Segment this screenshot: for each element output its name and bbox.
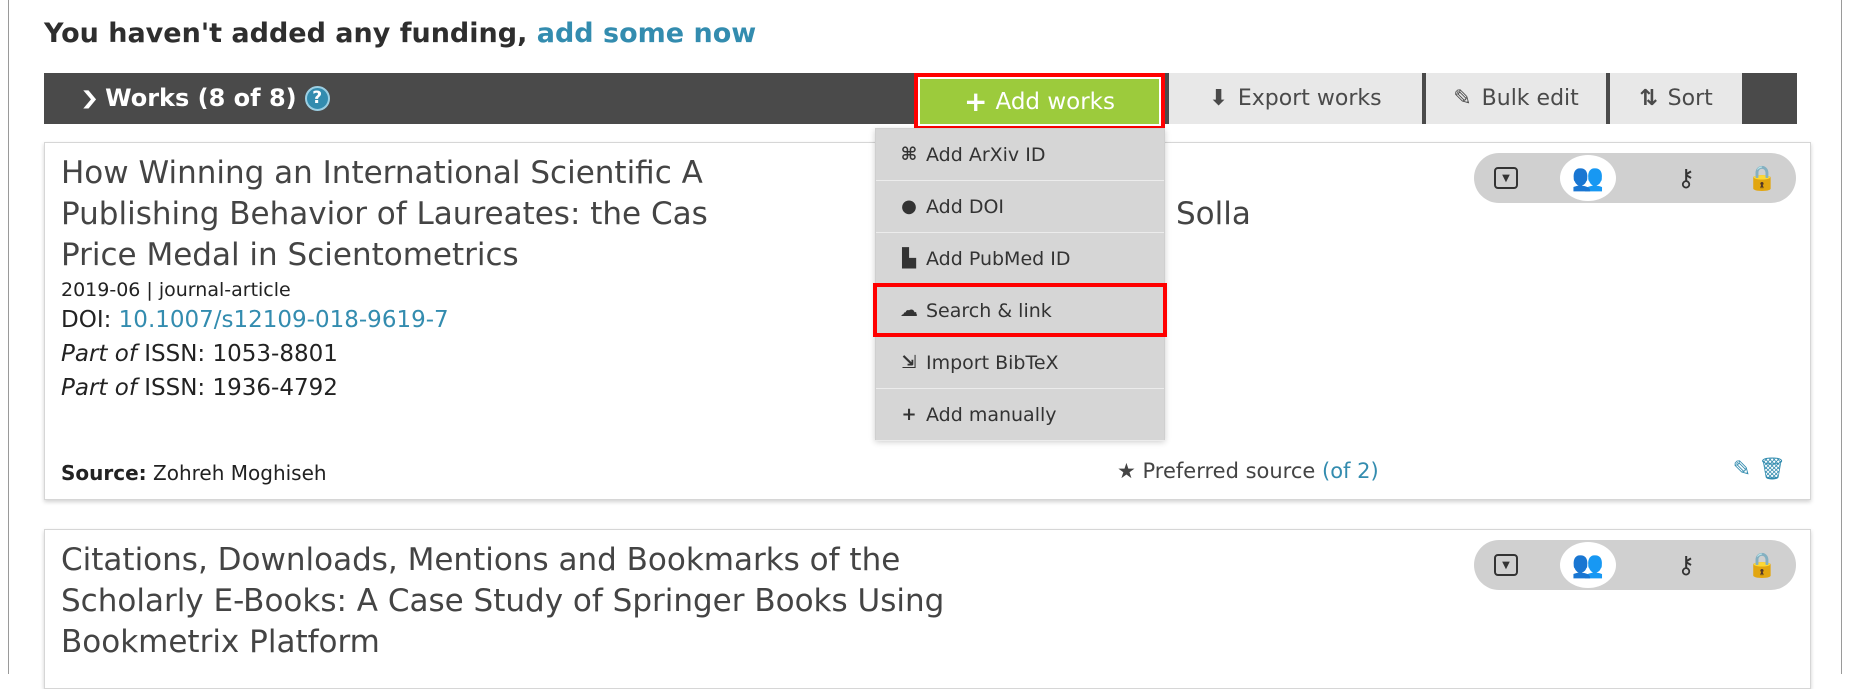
works-section-toggle[interactable]: ❯ Works (8 of 8) ? <box>79 73 330 124</box>
doi-link[interactable]: 10.1007/s12109-018-9619-7 <box>119 307 449 333</box>
menu-item-add-doi[interactable]: ● Add DOI <box>876 181 1164 233</box>
arxiv-icon: ⌘ <box>900 144 918 165</box>
bulk-edit-button[interactable]: ✎ Bulk edit <box>1426 73 1606 124</box>
work-title-line: Citations, Downloads, Mentions and Bookm… <box>61 542 901 578</box>
menu-item-label: Add ArXiv ID <box>926 143 1046 166</box>
lock-icon[interactable]: 🔒 <box>1742 545 1782 585</box>
work-card: Citations, Downloads, Mentions and Bookm… <box>44 529 1811 689</box>
dropdown-toggle-icon[interactable]: ▼ <box>1486 158 1526 198</box>
visibility-controls: ▼ 👥 ⚷ 🔒 <box>1474 153 1796 203</box>
export-works-button[interactable]: ⬇ Export works <box>1169 73 1422 124</box>
help-icon[interactable]: ? <box>304 86 330 111</box>
menu-item-label: Add PubMed ID <box>926 247 1071 270</box>
menu-item-add-pubmed[interactable]: ▙ Add PubMed ID <box>876 233 1164 285</box>
work-title-line: Scholarly E-Books: A Case Study of Sprin… <box>61 583 945 619</box>
menu-item-label: Import BibTeX <box>926 351 1059 374</box>
trash-icon[interactable]: 🗑 <box>1758 457 1786 482</box>
preferred-count-link[interactable]: (of 2) <box>1322 459 1379 483</box>
dropdown-toggle-icon[interactable]: ▼ <box>1486 545 1526 585</box>
works-title: Works (8 of 8) <box>105 84 297 112</box>
menu-item-label: Add manually <box>926 403 1057 426</box>
preferred-source: ★ Preferred source (of 2) <box>1117 459 1379 483</box>
add-works-highlight: + Add works <box>914 73 1165 130</box>
edit-icon[interactable]: ✎ <box>1733 457 1751 482</box>
pencil-icon: ✎ <box>1453 86 1472 111</box>
everyone-visibility-icon[interactable]: 👥 <box>1560 542 1616 588</box>
preferred-label: Preferred source <box>1142 459 1316 483</box>
issn-value: ISSN: 1053-8801 <box>144 341 338 367</box>
source-label: Source: <box>61 461 147 485</box>
work-title-line: Bookmetrix Platform <box>61 624 380 660</box>
visibility-controls: ▼ 👥 ⚷ 🔒 <box>1474 540 1796 590</box>
issn-value: ISSN: 1936-4792 <box>144 375 338 401</box>
work-title: Citations, Downloads, Mentions and Bookm… <box>61 540 1241 663</box>
work-source: Source: Zohreh Moghiseh <box>61 461 327 485</box>
add-funding-link[interactable]: add some now <box>537 18 756 49</box>
doi-icon: ● <box>901 196 917 217</box>
funding-text: You haven't added any funding, <box>44 18 528 49</box>
lock-icon[interactable]: 🔒 <box>1742 158 1782 198</box>
everyone-visibility-icon[interactable]: 👥 <box>1560 155 1616 201</box>
search-link-highlight <box>873 283 1167 337</box>
export-works-label: Export works <box>1237 86 1382 111</box>
menu-item-import-bibtex[interactable]: ⇲ Import BibTeX <box>876 337 1164 389</box>
source-name: Zohreh Moghiseh <box>153 461 327 485</box>
pubmed-icon: ▙ <box>902 248 916 269</box>
work-title-tail: Solla <box>1176 196 1251 232</box>
funding-notice: You haven't added any funding, add some … <box>44 18 756 49</box>
work-date-type: 2019-06 | journal-article <box>61 279 291 301</box>
work-issn: Part of ISSN: 1936-4792 <box>61 375 338 401</box>
trusted-parties-icon[interactable]: ⚷ <box>1666 158 1706 198</box>
download-icon: ⬇ <box>1209 86 1228 111</box>
bulk-edit-label: Bulk edit <box>1481 86 1579 111</box>
add-works-label: Add works <box>995 88 1115 115</box>
add-works-button[interactable]: + Add works <box>920 79 1159 124</box>
work-issn: Part of ISSN: 1053-8801 <box>61 341 338 367</box>
star-icon: ★ <box>1117 459 1136 483</box>
menu-item-label: Add DOI <box>926 195 1005 218</box>
sort-icon: ⇅ <box>1639 86 1658 111</box>
chevron-down-icon: ❯ <box>79 88 100 109</box>
menu-item-add-arxiv[interactable]: ⌘ Add ArXiv ID <box>876 129 1164 181</box>
plus-icon: + <box>964 85 988 118</box>
import-icon: ⇲ <box>901 352 917 373</box>
doi-label: DOI: <box>61 307 112 333</box>
sort-button[interactable]: ⇅ Sort <box>1610 73 1742 124</box>
sort-label: Sort <box>1667 86 1713 111</box>
menu-item-add-manually[interactable]: + Add manually <box>876 389 1164 441</box>
trusted-parties-icon[interactable]: ⚷ <box>1666 545 1706 585</box>
part-of-label: Part of <box>61 375 137 401</box>
card-actions: ✎ 🗑 <box>1733 457 1786 482</box>
work-doi: DOI: 10.1007/s12109-018-9619-7 <box>61 307 449 333</box>
plus-icon: + <box>901 404 917 425</box>
part-of-label: Part of <box>61 341 137 367</box>
